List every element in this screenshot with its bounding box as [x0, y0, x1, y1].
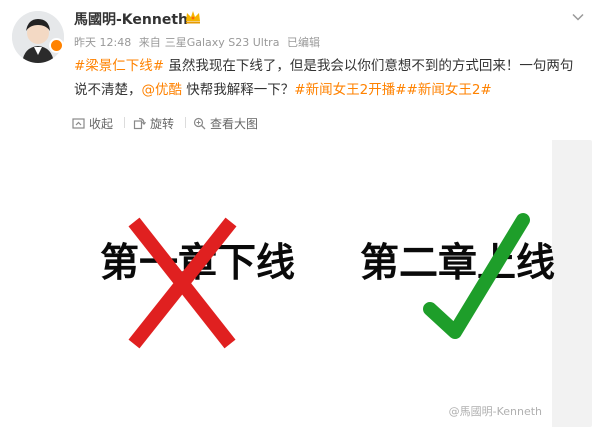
post-text: #梁景仁下线# 虽然我现在下线了，但是我会以你们意想不到的方式回来！一句两句说不…	[74, 54, 586, 102]
device-source: 三星Galaxy S23 Ultra	[164, 36, 280, 49]
image-marks	[128, 213, 530, 349]
edited-label[interactable]: 已编辑	[287, 36, 320, 49]
avatar-image	[12, 11, 64, 63]
username[interactable]: 馬國明-Kenneth	[74, 9, 188, 29]
avatar[interactable]	[12, 11, 64, 63]
post-body-text: 快帮我解释一下？	[182, 82, 295, 98]
red-cross-icon	[128, 217, 237, 349]
rotate-button[interactable]: 旋转	[133, 112, 174, 134]
mention-link[interactable]: @优酷	[142, 82, 183, 98]
crown-icon	[186, 11, 200, 24]
rotate-icon	[133, 117, 146, 129]
verified-badge-icon	[49, 38, 64, 53]
post-image[interactable]: 第一章下线 第二章上线 @馬國明-Kenneth	[72, 140, 555, 427]
post-meta: 昨天 12:48 来自 三星Galaxy S23 Ultra 已编辑	[74, 34, 324, 50]
magnifier-icon	[193, 117, 206, 129]
view-large-button[interactable]: 查看大图	[193, 112, 258, 134]
post-time[interactable]: 昨天 12:48	[74, 36, 131, 49]
image-watermark: @馬國明-Kenneth	[448, 405, 542, 418]
divider	[124, 117, 125, 128]
hashtag-link[interactable]: #梁景仁下线#	[74, 58, 164, 74]
chevron-down-icon[interactable]	[572, 13, 584, 21]
collapse-label: 收起	[89, 116, 114, 131]
view-large-label: 查看大图	[210, 116, 259, 131]
collapse-icon	[72, 117, 85, 129]
green-check-icon	[423, 213, 530, 339]
image-actions: 收起 旋转 查看大图	[0, 112, 600, 134]
hashtag-link[interactable]: #新闻女王2#	[407, 82, 492, 98]
hashtag-link[interactable]: #新闻女王2开播#	[294, 82, 406, 98]
divider	[185, 117, 186, 128]
collapse-button[interactable]: 收起	[72, 112, 113, 134]
source-prefix: 来自	[138, 36, 161, 49]
rotate-label: 旋转	[150, 116, 175, 131]
